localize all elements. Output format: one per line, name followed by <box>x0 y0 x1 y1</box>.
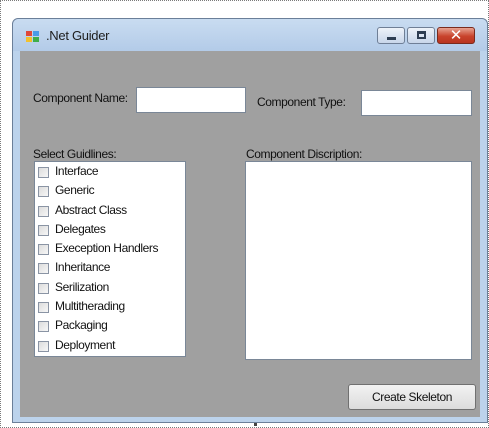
guideline-checkbox[interactable] <box>38 244 49 256</box>
guideline-checkbox[interactable] <box>38 186 49 198</box>
component-name-label: Component Name: <box>33 91 128 105</box>
title-bar[interactable]: .Net Guider ✕ <box>13 19 487 51</box>
description-label: Component Discription: <box>246 147 362 161</box>
component-description-input[interactable] <box>245 161 472 360</box>
guideline-checkbox[interactable] <box>38 321 49 333</box>
guideline-checkbox[interactable] <box>38 224 49 236</box>
guideline-item[interactable]: Interface <box>35 164 185 183</box>
maximize-button[interactable] <box>407 27 435 44</box>
guideline-label: Abstract Class <box>55 202 127 217</box>
component-type-label: Component Type: <box>257 95 346 109</box>
window-title: .Net Guider <box>46 28 110 43</box>
guideline-label: Serilization <box>55 279 109 294</box>
app-window-icon <box>26 31 40 43</box>
guideline-label: Inheritance <box>55 260 110 275</box>
close-button[interactable]: ✕ <box>437 26 475 44</box>
guideline-item[interactable]: Exeception Handlers <box>35 241 185 260</box>
guideline-label: Multitherading <box>55 299 125 314</box>
guideline-item[interactable]: Abstract Class <box>35 203 185 222</box>
guideline-checkbox[interactable] <box>38 302 49 314</box>
guideline-item[interactable]: Packaging <box>35 318 185 337</box>
guideline-item[interactable]: Delegates <box>35 222 185 241</box>
guidelines-checklist[interactable]: Interface Generic Abstract Class Delegates E… <box>34 161 186 357</box>
guideline-checkbox[interactable] <box>38 263 49 275</box>
guideline-label: Delegates <box>55 221 106 236</box>
main-window: .Net Guider ✕ Component Name: Component … <box>12 18 488 423</box>
guideline-item[interactable]: Deployment <box>35 338 185 357</box>
guideline-label: Generic <box>55 183 95 198</box>
guideline-item[interactable]: Generic <box>35 183 185 202</box>
guideline-label: Packaging <box>55 318 108 333</box>
guideline-label: Interface <box>55 164 99 178</box>
form-client-area: Component Name: Component Type: Select G… <box>20 51 480 417</box>
guideline-item[interactable]: Serilization <box>35 280 185 299</box>
minimize-icon <box>387 37 396 40</box>
close-icon: ✕ <box>449 26 463 44</box>
guidelines-label: Select Guidlines: <box>33 147 117 161</box>
resize-marker <box>254 423 257 426</box>
guideline-label: Deployment <box>55 337 116 352</box>
guideline-checkbox[interactable] <box>38 282 49 294</box>
guideline-checkbox[interactable] <box>38 167 49 178</box>
component-type-input[interactable] <box>361 90 472 116</box>
create-skeleton-button[interactable]: Create Skeleton <box>348 384 476 410</box>
guideline-checkbox[interactable] <box>38 340 49 352</box>
component-name-input[interactable] <box>136 87 246 113</box>
guideline-checkbox[interactable] <box>38 205 49 217</box>
guideline-item[interactable]: Multitherading <box>35 299 185 318</box>
maximize-icon <box>417 31 426 39</box>
guideline-item[interactable]: Inheritance <box>35 260 185 279</box>
guideline-label: Exeception Handlers <box>55 241 159 256</box>
minimize-button[interactable] <box>377 27 405 44</box>
